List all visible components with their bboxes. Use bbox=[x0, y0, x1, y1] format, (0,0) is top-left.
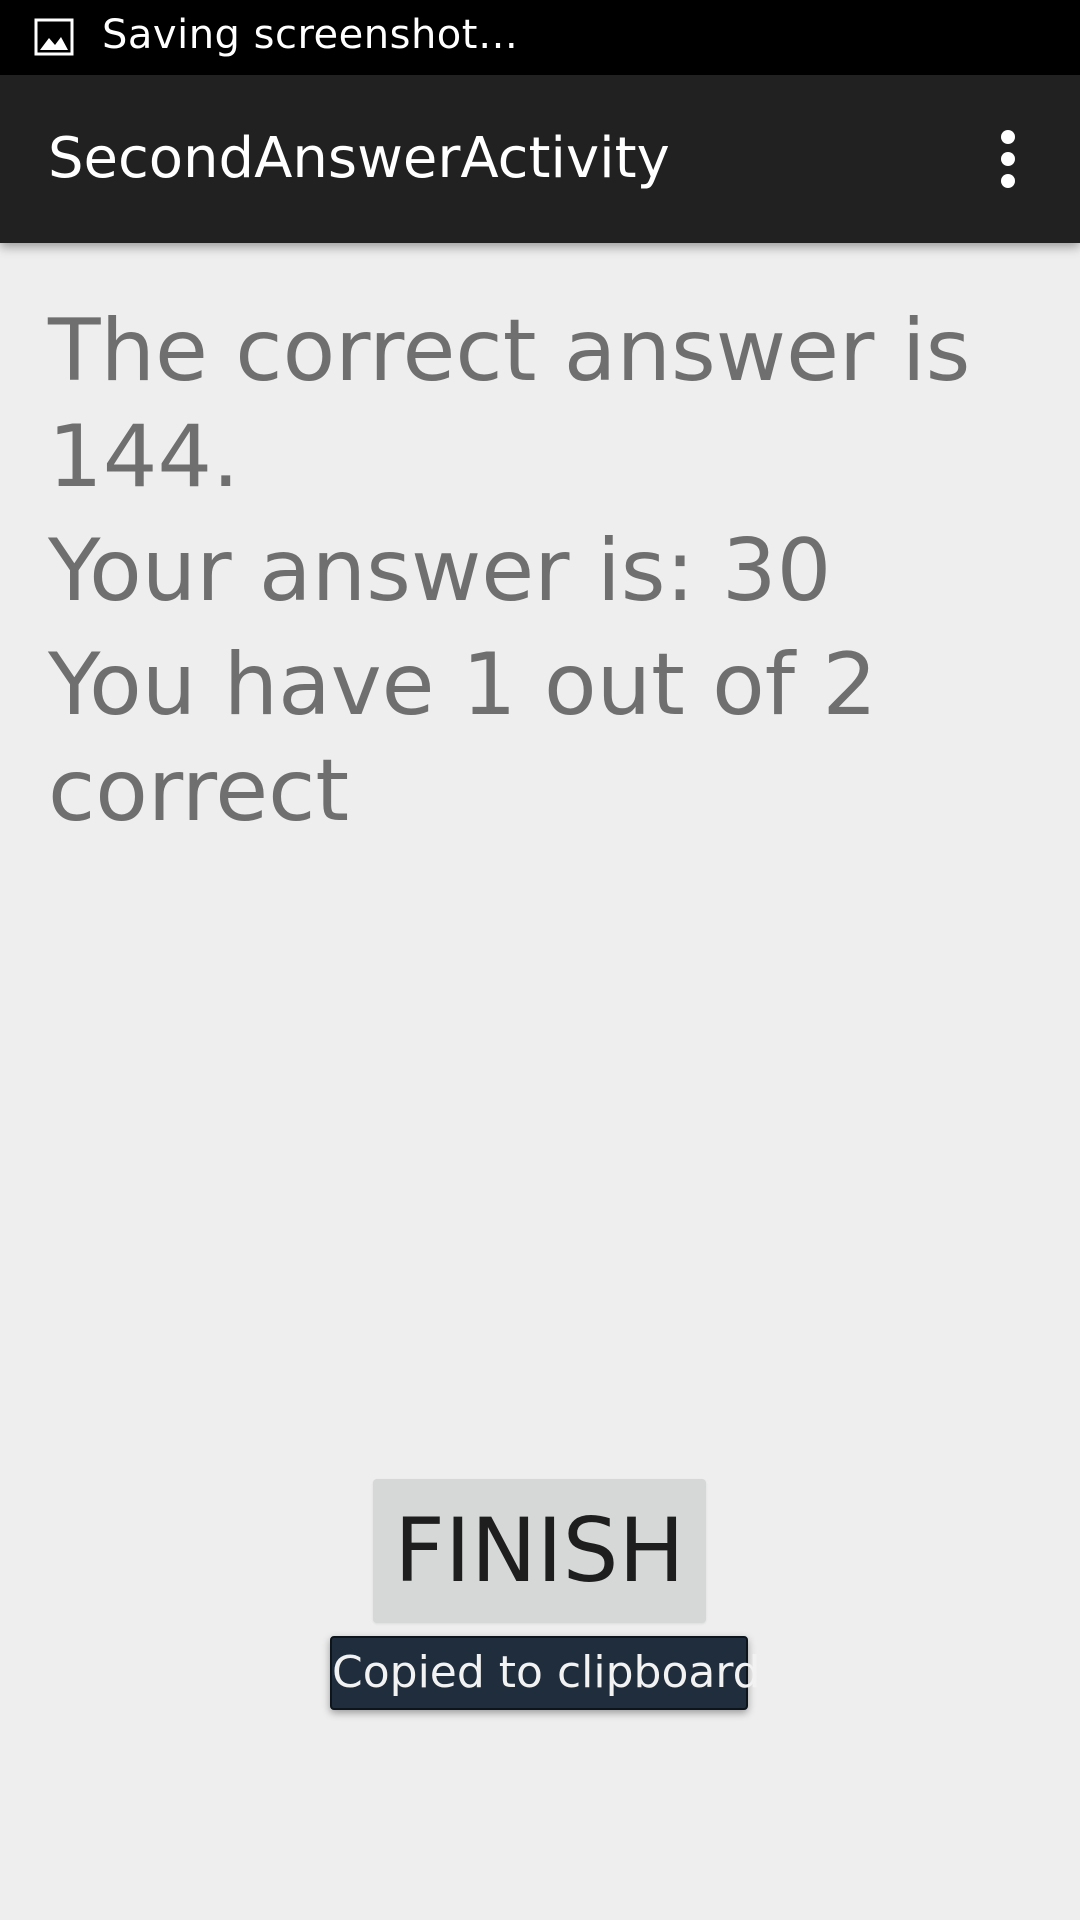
overflow-dot bbox=[1001, 174, 1015, 188]
status-bar: Saving screenshot… bbox=[0, 0, 1080, 75]
app-title: SecondAnswerActivity bbox=[48, 126, 670, 191]
status-notification-text: Saving screenshot… bbox=[102, 12, 519, 58]
overflow-menu-button[interactable] bbox=[980, 119, 1036, 199]
toast-message: Copied to clipboard bbox=[330, 1636, 761, 1710]
image-icon bbox=[34, 18, 74, 56]
action-bar: SecondAnswerActivity bbox=[0, 75, 1080, 243]
score-text: You have 1 out of 2 correct bbox=[48, 635, 878, 841]
finish-button[interactable]: FINISH bbox=[373, 1479, 706, 1623]
overflow-dot bbox=[1001, 130, 1015, 144]
correct-answer-text: The correct answer is 144. bbox=[48, 301, 971, 507]
your-answer-text: Your answer is: 30 bbox=[48, 521, 832, 621]
answer-content: The correct answer is 144. Your answer i… bbox=[48, 298, 1038, 852]
overflow-dot bbox=[1001, 152, 1015, 166]
